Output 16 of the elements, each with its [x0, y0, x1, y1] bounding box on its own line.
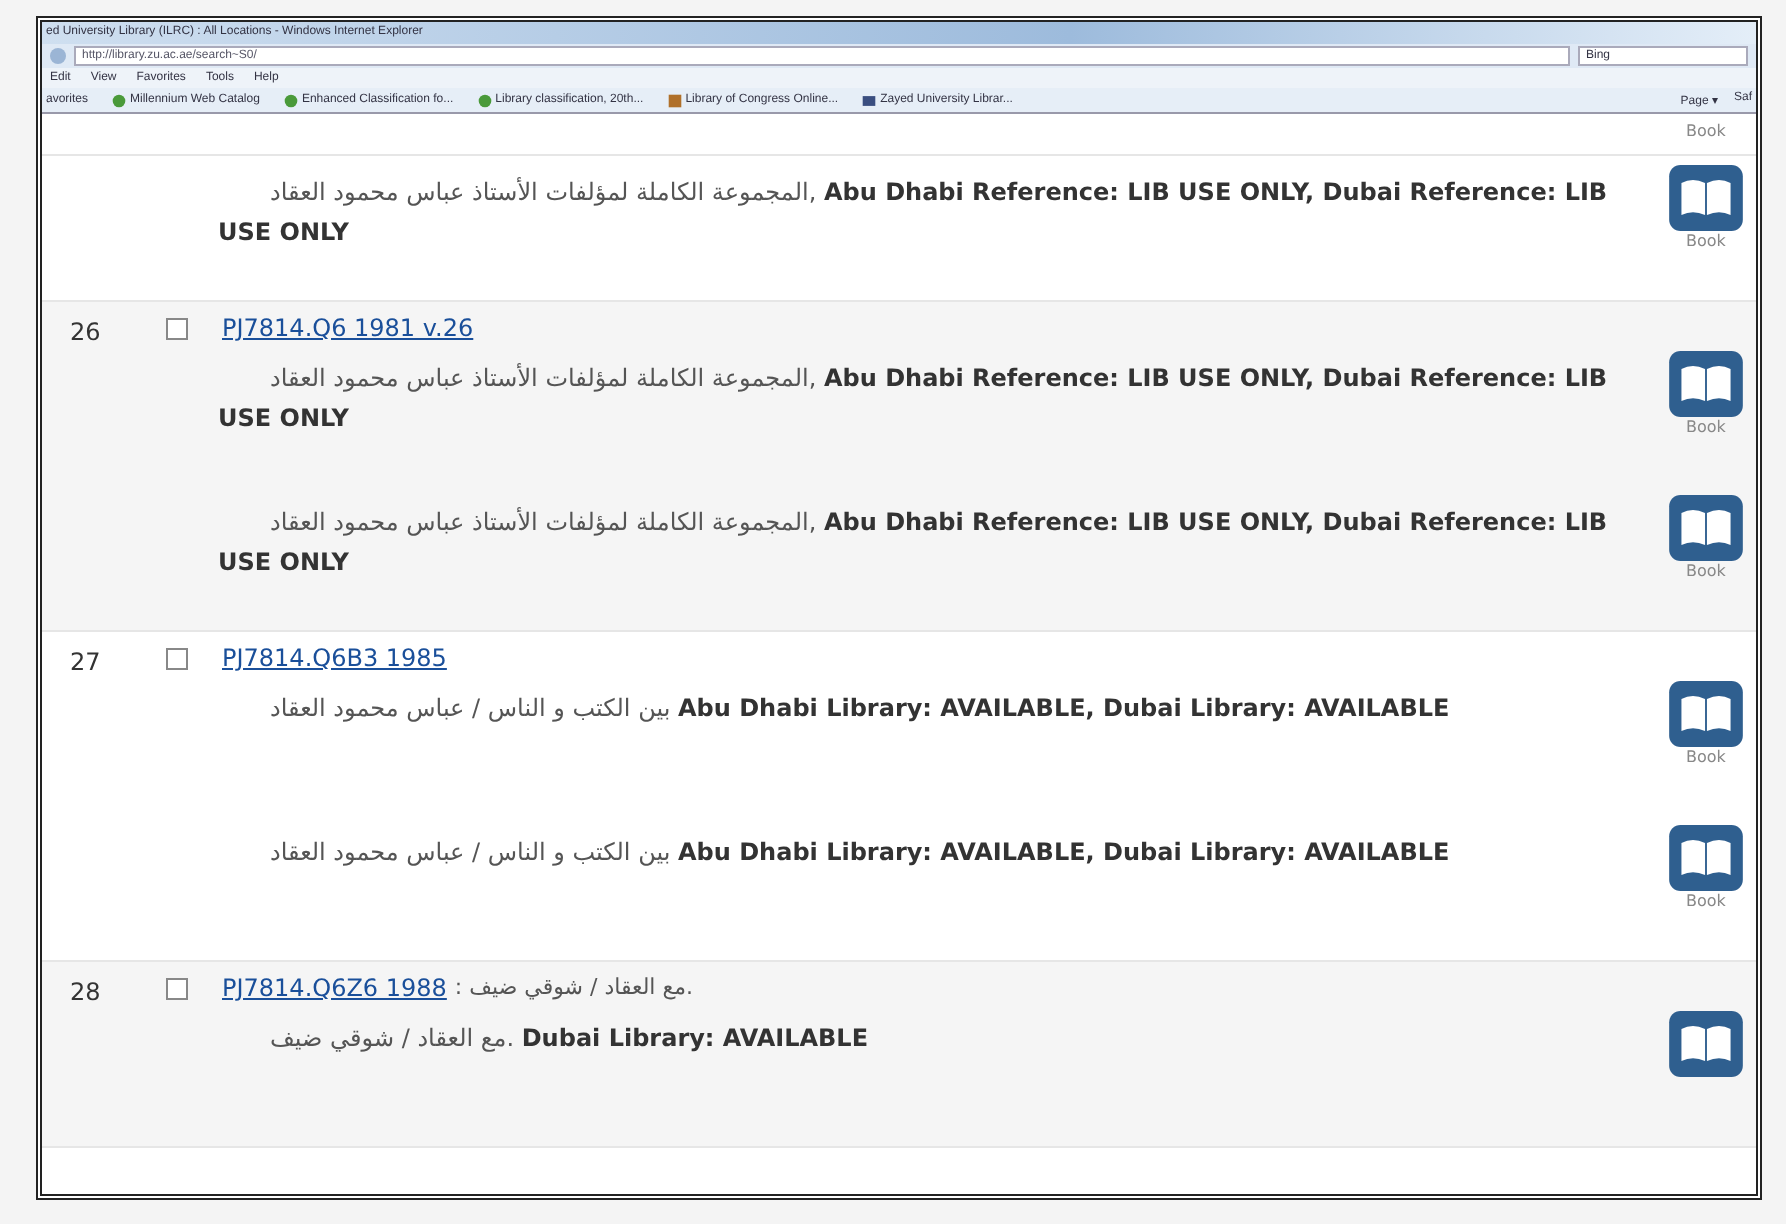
result-number: 27 — [70, 648, 101, 676]
call-number-link[interactable]: PJ7814.Q6B3 1985 — [222, 644, 447, 672]
call-number-link[interactable]: PJ7814.Q6Z6 1988 — [222, 974, 447, 1002]
book-label: Book — [1686, 748, 1726, 766]
result-number: 28 — [70, 978, 101, 1006]
checkbox[interactable] — [166, 978, 188, 1000]
book-label: Book — [1686, 418, 1726, 436]
book-label: Book — [1686, 562, 1726, 580]
result-number: 26 — [70, 318, 101, 346]
call-number-link[interactable]: PJ7814.Q6 1981 v.26 — [222, 314, 474, 342]
book-label: Book — [1686, 122, 1726, 140]
book-label: Book — [1686, 892, 1726, 910]
book-label: Book — [1686, 232, 1726, 250]
checkbox[interactable] — [166, 318, 188, 340]
title-text: : مع العقاد / شوقي ضيف. — [454, 974, 693, 1002]
checkbox[interactable] — [166, 648, 188, 670]
